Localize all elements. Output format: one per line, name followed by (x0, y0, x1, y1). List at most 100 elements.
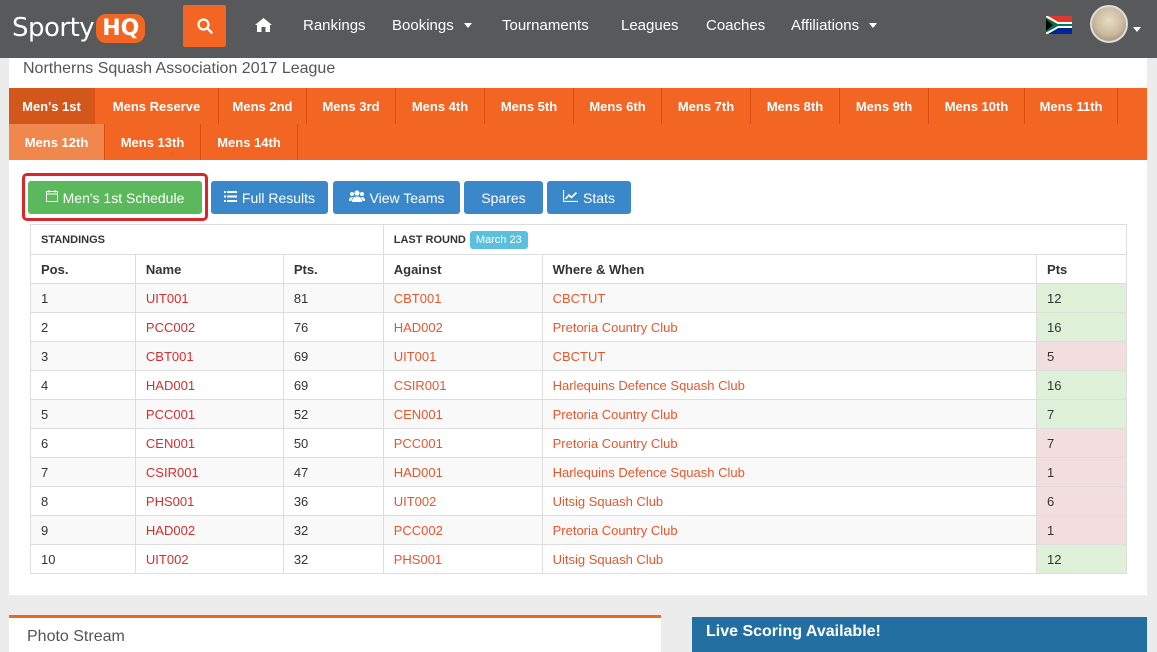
opponent-link[interactable]: HAD002 (382, 312, 543, 342)
team-name-link[interactable]: PHS001 (134, 486, 284, 516)
venue-link[interactable]: Uitsig Squash Club (541, 486, 1038, 516)
line-chart-icon (562, 190, 579, 205)
tab-mens-7th[interactable]: Mens 7th (662, 88, 751, 124)
opponent-link[interactable]: UIT001 (382, 341, 543, 371)
chevron-down-icon[interactable] (1133, 27, 1141, 32)
tab-mens-5th[interactable]: Mens 5th (485, 88, 574, 124)
tab-mens-2nd[interactable]: Mens 2nd (219, 88, 307, 124)
venue-link[interactable]: Harlequins Defence Squash Club (541, 370, 1038, 400)
round-points-cell: 1 (1036, 515, 1127, 545)
opponent-link[interactable]: CEN001 (382, 399, 543, 429)
tab-mens-3rd[interactable]: Mens 3rd (307, 88, 396, 124)
venue-link[interactable]: CBCTUT (541, 283, 1038, 313)
logo-text: Sporty (12, 13, 95, 43)
tab-mens-4th[interactable]: Mens 4th (396, 88, 485, 124)
home-link[interactable] (255, 0, 272, 50)
tab-mens-reserve[interactable]: Mens Reserve (95, 88, 219, 124)
calendar-icon (45, 190, 58, 205)
venue-link[interactable]: Harlequins Defence Squash Club (541, 457, 1038, 487)
position-cell: 6 (30, 428, 136, 458)
venue-link[interactable]: CBCTUT (541, 341, 1038, 371)
nav-bookings[interactable]: Bookings (392, 0, 472, 50)
col-pts: Pts. (282, 254, 384, 284)
team-name-link[interactable]: HAD002 (134, 515, 284, 545)
sportyhq-logo[interactable]: Sporty HQ (12, 8, 146, 48)
tab-mens-1st[interactable]: Men's 1st (9, 88, 95, 124)
table-row: 2 PCC002 76 HAD002 Pretoria Country Club 16 (30, 312, 1127, 342)
team-name-link[interactable]: PCC001 (134, 399, 284, 429)
full-results-label: Full Results (241, 189, 316, 206)
venue-link[interactable]: Pretoria Country Club (541, 428, 1038, 458)
points-cell: 50 (282, 428, 384, 458)
team-name-link[interactable]: CSIR001 (134, 457, 284, 487)
south-africa-flag-icon[interactable] (1046, 16, 1072, 34)
opponent-link[interactable]: HAD001 (382, 457, 543, 487)
opponent-link[interactable]: CSIR001 (382, 370, 543, 400)
opponent-link[interactable]: CBT001 (382, 283, 543, 313)
full-results-button[interactable]: Full Results (211, 181, 328, 214)
tab-mens-6th[interactable]: Mens 6th (574, 88, 662, 124)
standings-label: STANDINGS (30, 224, 384, 255)
stats-label: Stats (583, 189, 615, 206)
points-cell: 52 (282, 399, 384, 429)
view-teams-button[interactable]: View Teams (333, 181, 460, 214)
team-name-link[interactable]: UIT001 (134, 283, 284, 313)
live-scoring-title: Live Scoring Available! (706, 623, 881, 640)
tab-mens-12th[interactable]: Mens 12th (9, 124, 105, 160)
venue-link[interactable]: Pretoria Country Club (541, 399, 1038, 429)
venue-link[interactable]: Pretoria Country Club (541, 312, 1038, 342)
round-points-cell: 5 (1036, 341, 1127, 371)
top-navbar: Sporty HQ Rankings Bookings Tournaments … (0, 0, 1157, 58)
tab-mens-14th[interactable]: Mens 14th (201, 124, 298, 160)
opponent-link[interactable]: UIT002 (382, 486, 543, 516)
division-tabs: Men's 1st Mens Reserve Mens 2nd Mens 3rd… (9, 88, 1147, 160)
tab-mens-11th[interactable]: Mens 11th (1025, 88, 1118, 124)
last-round-label: LAST ROUND (393, 233, 466, 246)
col-against: Against (382, 254, 543, 284)
points-cell: 81 (282, 283, 384, 313)
position-cell: 5 (30, 399, 136, 429)
points-cell: 76 (282, 312, 384, 342)
team-name-link[interactable]: PCC002 (134, 312, 284, 342)
venue-link[interactable]: Uitsig Squash Club (541, 544, 1038, 574)
nav-tournaments[interactable]: Tournaments (502, 0, 589, 50)
team-name-link[interactable]: CEN001 (134, 428, 284, 458)
photo-stream-panel: Photo Stream (9, 615, 661, 652)
tab-mens-13th[interactable]: Mens 13th (105, 124, 201, 160)
schedule-button[interactable]: Men's 1st Schedule (28, 181, 202, 214)
position-cell: 1 (30, 283, 136, 313)
live-scoring-panel[interactable]: Live Scoring Available! (692, 617, 1147, 652)
position-cell: 3 (30, 341, 136, 371)
tab-mens-10th[interactable]: Mens 10th (929, 88, 1025, 124)
round-points-cell: 16 (1036, 370, 1127, 400)
nav-coaches[interactable]: Coaches (706, 0, 765, 50)
search-button[interactable] (183, 5, 226, 47)
col-where-when: Where & When (541, 254, 1038, 284)
team-name-link[interactable]: UIT002 (134, 544, 284, 574)
stats-button[interactable]: Stats (547, 181, 631, 214)
last-round-header: LAST ROUND March 23 (382, 224, 1128, 255)
spares-button[interactable]: Spares (464, 181, 543, 214)
table-row: 6 CEN001 50 PCC001 Pretoria Country Club 7 (30, 428, 1127, 458)
opponent-link[interactable]: PCC002 (382, 515, 543, 545)
tab-mens-9th[interactable]: Mens 9th (840, 88, 929, 124)
opponent-link[interactable]: PHS001 (382, 544, 543, 574)
points-cell: 32 (282, 515, 384, 545)
user-avatar[interactable] (1090, 5, 1128, 43)
col-round-pts: Pts (1036, 254, 1127, 284)
position-cell: 7 (30, 457, 136, 487)
tab-mens-8th[interactable]: Mens 8th (751, 88, 840, 124)
points-cell: 47 (282, 457, 384, 487)
home-icon (255, 18, 272, 32)
venue-link[interactable]: Pretoria Country Club (541, 515, 1038, 545)
table-row: 1 UIT001 81 CBT001 CBCTUT 12 (30, 283, 1127, 313)
opponent-link[interactable]: PCC001 (382, 428, 543, 458)
team-name-link[interactable]: HAD001 (134, 370, 284, 400)
round-points-cell: 12 (1036, 283, 1127, 313)
nav-affiliations[interactable]: Affiliations (791, 0, 878, 50)
points-cell: 32 (282, 544, 384, 574)
points-cell: 69 (282, 341, 384, 371)
nav-leagues[interactable]: Leagues (621, 0, 679, 50)
nav-rankings[interactable]: Rankings (303, 0, 366, 50)
team-name-link[interactable]: CBT001 (134, 341, 284, 371)
